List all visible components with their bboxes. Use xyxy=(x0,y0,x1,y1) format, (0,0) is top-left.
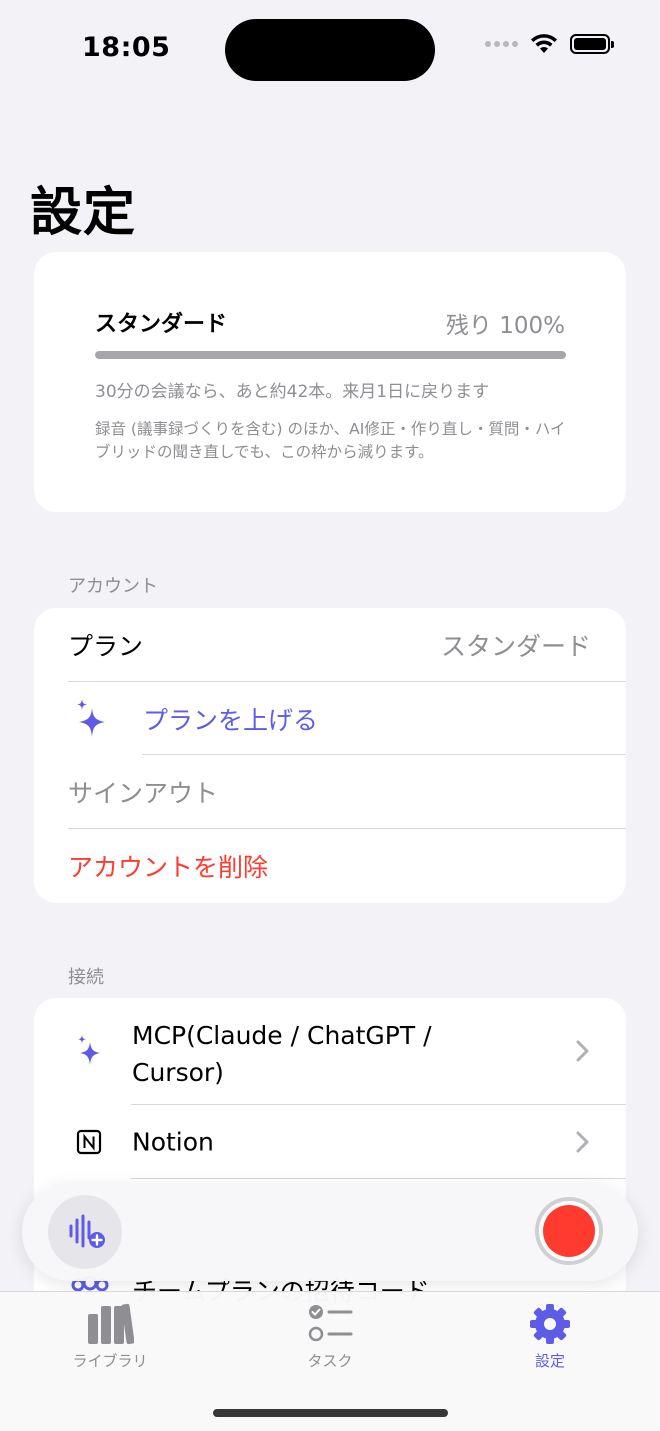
quota-remaining: 残り 100% xyxy=(445,313,565,339)
tab-library[interactable]: ライブラリ xyxy=(30,1302,190,1372)
tab-tasks-label: タスク xyxy=(307,1352,353,1370)
mcp-label-line2: Cursor) xyxy=(132,1058,224,1087)
record-button[interactable] xyxy=(535,1197,603,1265)
battery-icon xyxy=(570,34,614,54)
plan-row[interactable]: プラン スタンダード xyxy=(34,608,626,681)
wifi-icon xyxy=(531,34,557,53)
divider xyxy=(131,1178,626,1179)
tab-library-label: ライブラリ xyxy=(72,1352,148,1370)
tab-tasks[interactable]: タスク xyxy=(250,1302,410,1372)
status-bar: 18:05 xyxy=(0,0,660,100)
chevron-right-icon xyxy=(576,1131,589,1152)
status-time: 18:05 xyxy=(82,32,171,63)
upgrade-plan-label: プランを上げる xyxy=(143,705,319,735)
chevron-right-icon xyxy=(576,1040,589,1062)
library-icon xyxy=(88,1303,134,1345)
quota-progress-fill xyxy=(95,351,566,359)
record-dot-icon xyxy=(543,1205,595,1257)
notion-label: Notion xyxy=(132,1127,214,1156)
tab-settings-label: 設定 xyxy=(534,1352,565,1370)
mcp-row[interactable]: MCP(Claude / ChatGPT / Cursor) xyxy=(34,998,626,1104)
quota-usage-note: 30分の会議なら、あと約42本。来月1日に戻ります xyxy=(95,382,490,402)
home-indicator xyxy=(213,1409,448,1417)
cellular-signal-icon xyxy=(485,41,518,47)
delete-account-label: アカウントを削除 xyxy=(68,852,269,882)
quota-plan-name: スタンダード xyxy=(95,312,228,337)
section-header-connections: 接続 xyxy=(68,967,104,988)
waveform-add-icon xyxy=(69,1214,105,1248)
dynamic-island xyxy=(225,19,435,81)
record-bar xyxy=(22,1183,638,1281)
sparkles-icon xyxy=(77,699,105,737)
plan-value: スタンダード xyxy=(440,631,591,661)
checklist-icon xyxy=(308,1305,353,1342)
status-indicators xyxy=(485,34,614,54)
quota-detail-note: 録音 (議事録づくりを含む) のほか、AI修正・作り直し・質問・ハイブリッドの聞… xyxy=(95,420,566,461)
page-title: 設定 xyxy=(30,183,137,243)
upgrade-plan-button[interactable]: プランを上げる xyxy=(34,682,626,755)
tab-settings[interactable]: 設定 xyxy=(470,1302,630,1372)
quota-card: スタンダード 残り 100% 30分の会議なら、あと約42本。来月1日に戻ります… xyxy=(34,252,626,512)
delete-account-button[interactable]: アカウントを削除 xyxy=(34,829,626,902)
notion-icon xyxy=(76,1129,102,1155)
mcp-label: MCP(Claude / ChatGPT / Cursor) xyxy=(132,1017,432,1091)
sign-out-button[interactable]: サインアウト xyxy=(34,755,626,828)
gear-icon xyxy=(530,1304,570,1344)
quota-progress-bar xyxy=(95,351,566,359)
notion-row[interactable]: Notion xyxy=(34,1105,626,1178)
add-audio-button[interactable] xyxy=(48,1195,122,1269)
mcp-label-line1: MCP(Claude / ChatGPT / xyxy=(132,1021,432,1050)
sparkles-icon xyxy=(78,1035,100,1065)
account-card: プラン スタンダード プランを上げる サインアウト アカウントを削除 xyxy=(34,608,626,903)
sign-out-label: サインアウト xyxy=(68,778,219,808)
plan-label: プラン xyxy=(68,631,144,661)
section-header-account: アカウント xyxy=(68,576,158,597)
